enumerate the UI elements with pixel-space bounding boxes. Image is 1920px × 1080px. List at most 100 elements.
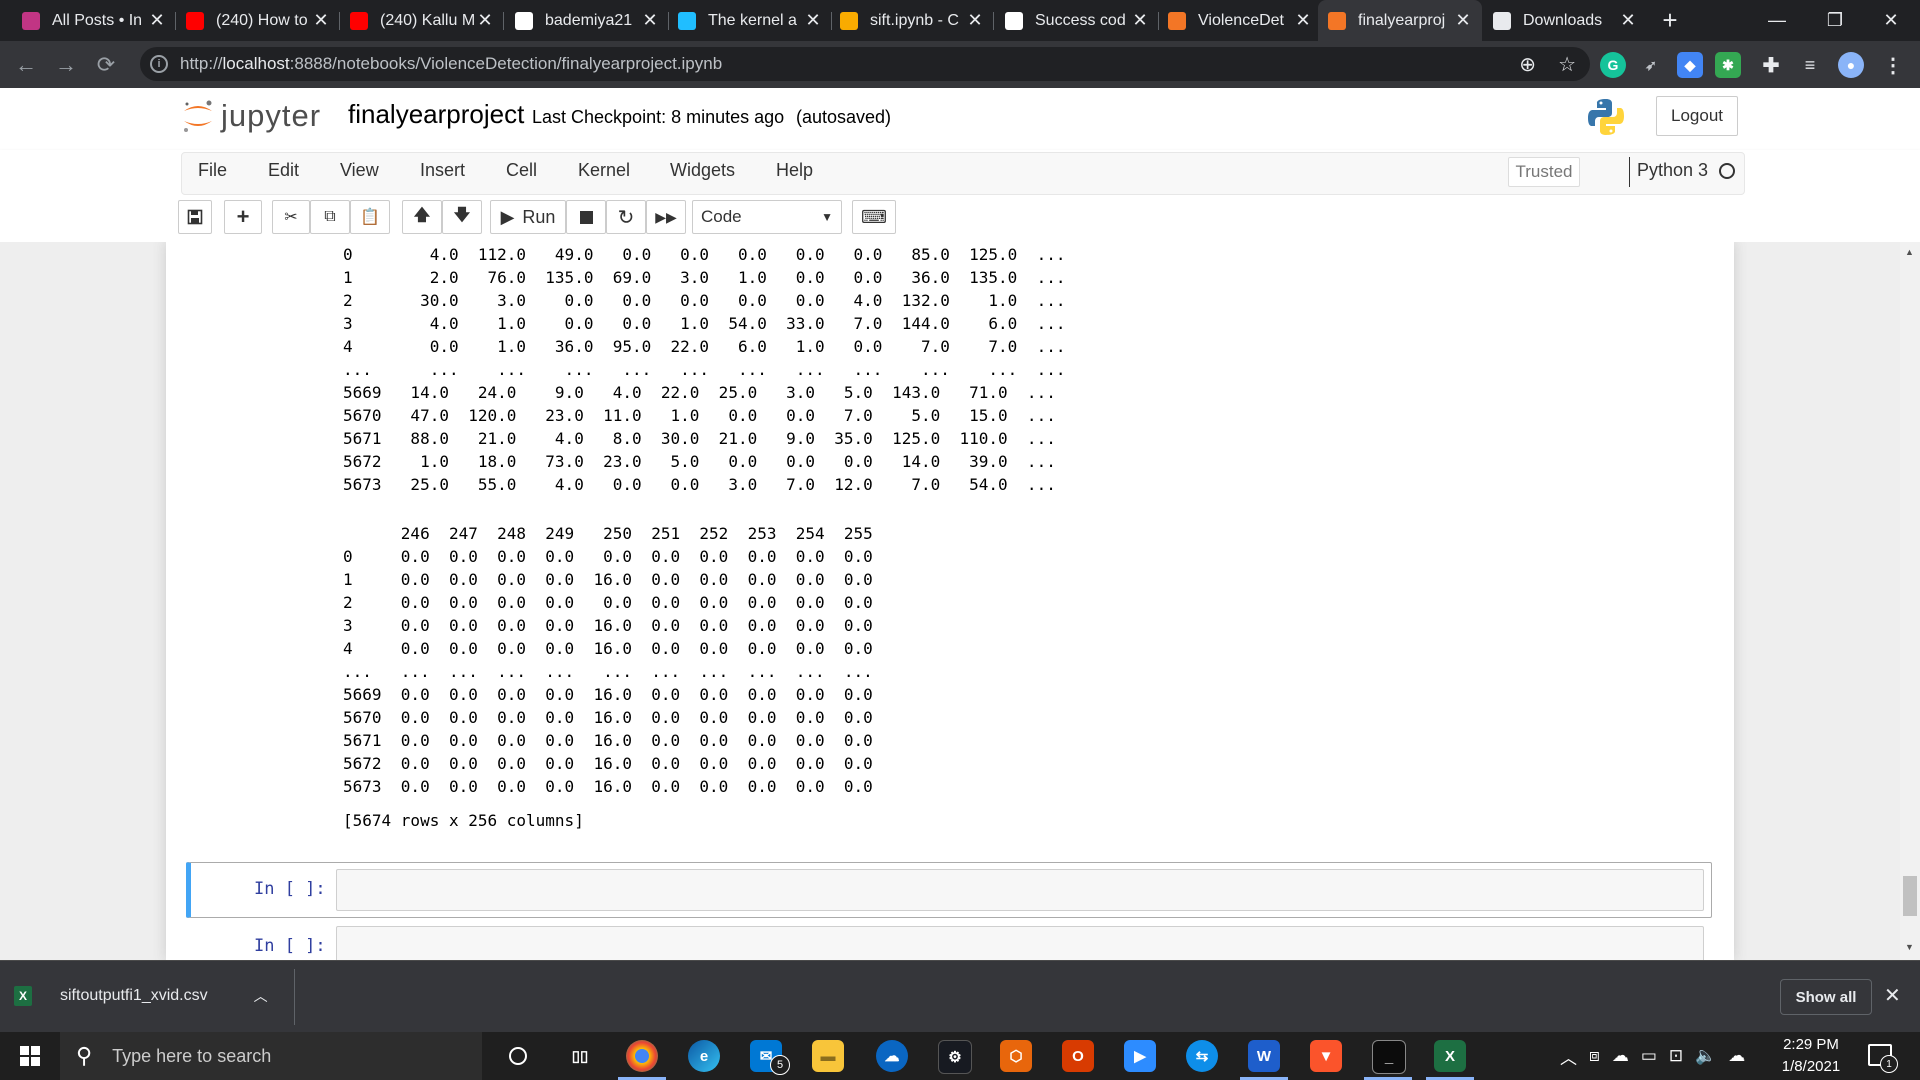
media-control-icon[interactable]: ≡ [1797, 52, 1823, 78]
tab-close-icon[interactable]: ✕ [1452, 10, 1474, 31]
show-all-button[interactable]: Show all [1780, 979, 1872, 1015]
steam-taskbar-icon[interactable]: ⚙ [938, 1040, 972, 1074]
menu-help[interactable]: Help [776, 160, 813, 181]
close-window-button[interactable]: ✕ [1862, 0, 1920, 41]
browser-tab[interactable]: Downloads ✕ [1483, 0, 1647, 41]
zoom-taskbar-icon[interactable]: ▶ [1124, 1040, 1156, 1072]
bookmark-star-icon[interactable]: ☆ [1558, 52, 1576, 77]
windows-start-button[interactable] [0, 1032, 60, 1080]
copy-button[interactable]: ⧉ [310, 200, 350, 234]
scrollbar-thumb[interactable] [1903, 876, 1917, 916]
logout-button[interactable]: Logout [1656, 96, 1738, 136]
wifi-icon[interactable]: ⊡ [1669, 1046, 1683, 1066]
reload-button[interactable]: ⟳ [86, 41, 126, 88]
trusted-indicator[interactable]: Trusted [1508, 157, 1580, 187]
notebook-name[interactable]: finalyearproject [348, 99, 524, 130]
browser-tab[interactable]: (240) Kallu M ✕ [340, 0, 504, 41]
terminal-taskbar-icon[interactable]: _ [1372, 1040, 1406, 1074]
jupyter-logo[interactable]: jupyter [181, 96, 321, 136]
command-palette-button[interactable]: ⌨ [852, 200, 896, 234]
tab-close-icon[interactable]: ✕ [639, 10, 661, 31]
notebook-scrollbar[interactable]: ▲ ▼ [1900, 242, 1920, 960]
browser-tab[interactable]: sift.ipynb - C ✕ [830, 0, 994, 41]
minimize-button[interactable]: — [1748, 0, 1806, 41]
menu-view[interactable]: View [340, 160, 379, 181]
site-info-icon[interactable]: i [150, 55, 168, 73]
browser-tab[interactable]: Success cod ✕ [995, 0, 1159, 41]
office-taskbar-icon[interactable]: O [1062, 1040, 1094, 1072]
interrupt-button[interactable] [566, 200, 606, 234]
tab-close-icon[interactable]: ✕ [310, 10, 332, 31]
move-up-button[interactable]: 🡅 [402, 200, 442, 234]
address-bar[interactable]: i http://localhost:8888/notebooks/Violen… [140, 47, 1590, 81]
onedrive-tray-icon[interactable]: ☁ [1728, 1046, 1745, 1066]
browser-menu-icon[interactable]: ⋮ [1880, 52, 1906, 78]
browser-tab[interactable]: (240) How to ✕ [176, 0, 340, 41]
cell-type-select[interactable]: Code ▼ [692, 200, 842, 234]
grammarly-extension-icon[interactable]: G [1600, 52, 1626, 78]
file-explorer-taskbar-icon[interactable]: ▬ [812, 1040, 844, 1072]
extension-colorful-icon[interactable]: ✱ [1715, 52, 1741, 78]
close-shelf-icon[interactable]: ✕ [1884, 983, 1901, 1008]
browser-tab[interactable]: The kernel a ✕ [668, 0, 832, 41]
insert-cell-button[interactable]: + [224, 200, 262, 234]
run-button[interactable]: ▶ Run [490, 200, 566, 234]
menu-kernel[interactable]: Kernel [578, 160, 630, 181]
profile-avatar[interactable]: ● [1838, 52, 1864, 78]
kernel-name[interactable]: Python 3 [1637, 160, 1708, 181]
taskbar-search-box[interactable]: ⚲ Type here to search [60, 1032, 482, 1080]
scroll-up-arrow-icon[interactable]: ▲ [1905, 247, 1914, 257]
code-cell-input[interactable] [336, 926, 1704, 960]
extension-shield-icon[interactable]: ◆ [1677, 52, 1703, 78]
browser-tab[interactable]: bademiya21 ✕ [505, 0, 669, 41]
menu-cell[interactable]: Cell [506, 160, 537, 181]
menu-edit[interactable]: Edit [268, 160, 299, 181]
volume-icon[interactable]: 🔈 [1695, 1046, 1716, 1066]
tab-close-icon[interactable]: ✕ [802, 10, 824, 31]
move-down-button[interactable]: 🡇 [442, 200, 482, 234]
restore-button[interactable]: ❐ [1806, 0, 1864, 41]
teamviewer-taskbar-icon[interactable]: ⇆ [1186, 1040, 1218, 1072]
extension-arrow-icon[interactable]: ➶ [1638, 52, 1664, 78]
download-item[interactable]: X siftoutputfi1_xvid.csv ︿ [14, 967, 294, 1025]
tab-close-icon[interactable]: ✕ [474, 10, 496, 31]
save-button[interactable] [178, 200, 212, 234]
cut-button[interactable]: ✂ [272, 200, 310, 234]
new-tab-button[interactable]: + [1655, 0, 1685, 41]
cortana-icon[interactable] [502, 1040, 534, 1072]
browser-tab[interactable]: All Posts • In ✕ [12, 0, 176, 41]
battery-icon[interactable]: ▭ [1641, 1046, 1657, 1066]
brave-like-taskbar-icon[interactable]: ⬡ [1000, 1040, 1032, 1072]
tab-close-icon[interactable]: ✕ [1617, 10, 1639, 31]
forward-button[interactable]: → [46, 41, 86, 88]
extensions-puzzle-icon[interactable]: ✚ [1758, 52, 1784, 78]
tray-network-icon[interactable]: ☁ [1612, 1046, 1629, 1066]
paste-button[interactable]: 📋 [350, 200, 390, 234]
back-button[interactable]: ← [6, 41, 46, 88]
word-taskbar-icon[interactable]: W [1248, 1040, 1280, 1072]
scroll-down-arrow-icon[interactable]: ▼ [1905, 942, 1914, 952]
brave-taskbar-icon[interactable]: ▼ [1310, 1040, 1342, 1072]
menu-insert[interactable]: Insert [420, 160, 465, 181]
tab-close-icon[interactable]: ✕ [964, 10, 986, 31]
chevron-up-icon[interactable]: ︿ [254, 986, 268, 1006]
menu-file[interactable]: File [198, 160, 227, 181]
onedrive-taskbar-icon[interactable]: ☁ [876, 1040, 908, 1072]
excel-taskbar-icon[interactable]: X [1434, 1040, 1466, 1072]
edge-taskbar-icon[interactable]: e [688, 1040, 720, 1072]
code-cell-input[interactable] [336, 869, 1704, 911]
browser-tab[interactable]: finalyearproj ✕ [1318, 0, 1482, 41]
restart-button[interactable]: ↻ [606, 200, 646, 234]
tab-close-icon[interactable]: ✕ [1292, 10, 1314, 31]
taskbar-clock[interactable]: 2:29 PM 1/8/2021 [1766, 1034, 1856, 1078]
browser-tab[interactable]: ViolenceDet ✕ [1158, 0, 1322, 41]
tab-close-icon[interactable]: ✕ [146, 10, 168, 31]
tray-chevron-up-icon[interactable]: ︿ [1560, 1044, 1577, 1069]
chrome-taskbar-icon[interactable] [626, 1040, 658, 1072]
menu-widgets[interactable]: Widgets [670, 160, 735, 181]
zoom-icon[interactable]: ⊕ [1519, 52, 1536, 77]
restart-run-all-button[interactable]: ▶▶ [646, 200, 686, 234]
task-view-icon[interactable]: ▯▯ [564, 1040, 596, 1072]
tray-app-icon[interactable]: ⧈ [1589, 1046, 1600, 1066]
tab-close-icon[interactable]: ✕ [1129, 10, 1151, 31]
